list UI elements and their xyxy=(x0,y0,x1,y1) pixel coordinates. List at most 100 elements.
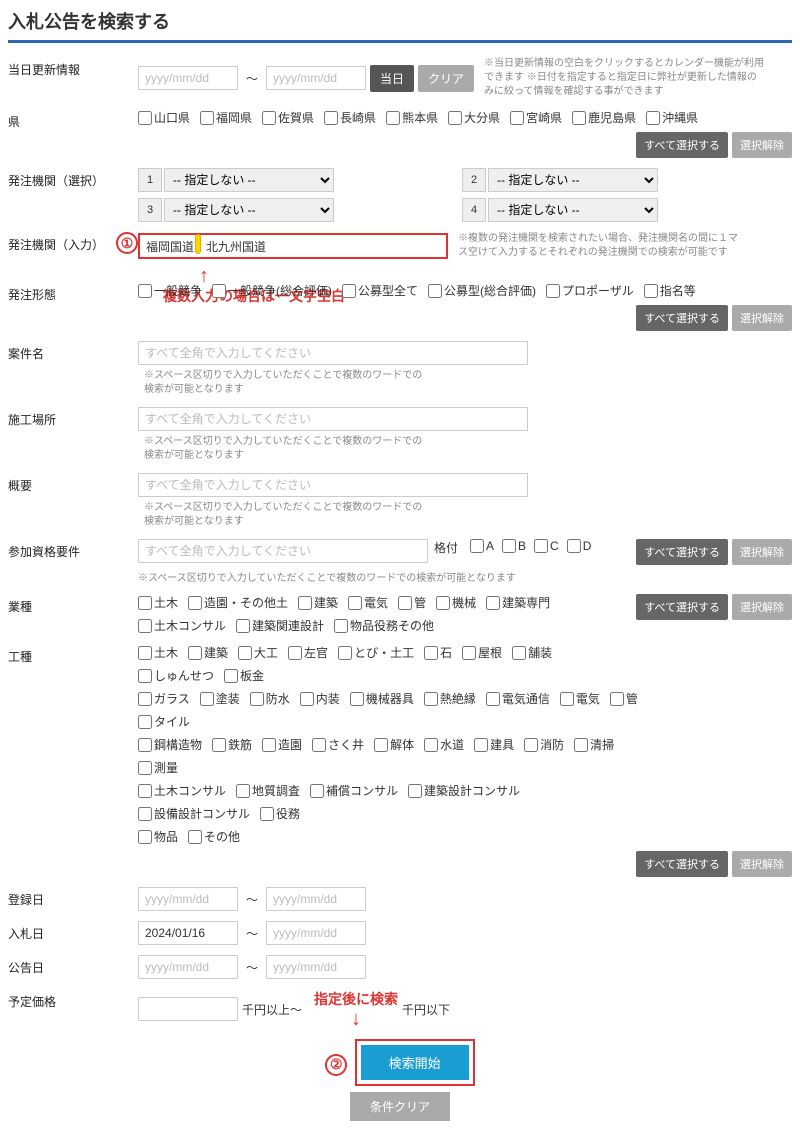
checkbox[interactable] xyxy=(502,539,516,553)
checkbox-item[interactable]: 公募型全て xyxy=(342,282,418,299)
checkbox[interactable] xyxy=(138,284,152,298)
checkbox-item[interactable]: さく井 xyxy=(312,736,364,753)
qual-select-all[interactable]: すべて選択する xyxy=(636,539,728,565)
checkbox[interactable] xyxy=(138,738,152,752)
checkbox[interactable] xyxy=(567,539,581,553)
checkbox[interactable] xyxy=(312,738,326,752)
ordertype-select-all[interactable]: すべて選択する xyxy=(636,305,728,331)
checkbox-item[interactable]: 管 xyxy=(610,690,638,707)
checkbox-item[interactable]: とび・土工 xyxy=(338,644,414,661)
checkbox-item[interactable]: 一般競争(総合評価) xyxy=(212,282,332,299)
checkbox-item[interactable]: 熱絶縁 xyxy=(424,690,476,707)
checkbox-item[interactable]: 鉄筋 xyxy=(212,736,252,753)
checkbox[interactable] xyxy=(138,807,152,821)
checkbox-item[interactable]: 管 xyxy=(398,594,426,611)
checkbox[interactable] xyxy=(250,692,264,706)
checkbox[interactable] xyxy=(534,539,548,553)
checkbox[interactable] xyxy=(610,692,624,706)
checkbox[interactable] xyxy=(138,715,152,729)
checkbox[interactable] xyxy=(188,830,202,844)
worktype-deselect[interactable]: 選択解除 xyxy=(732,851,792,877)
reg-date-from[interactable] xyxy=(138,887,238,911)
industry-select-all[interactable]: すべて選択する xyxy=(636,594,728,620)
checkbox[interactable] xyxy=(212,738,226,752)
checkbox[interactable] xyxy=(324,111,338,125)
checkbox[interactable] xyxy=(342,284,356,298)
industry-deselect[interactable]: 選択解除 xyxy=(732,594,792,620)
checkbox-item[interactable]: 建築関連設計 xyxy=(236,617,324,634)
checkbox[interactable] xyxy=(350,692,364,706)
checkbox[interactable] xyxy=(560,692,574,706)
checkbox[interactable] xyxy=(374,738,388,752)
checkbox[interactable] xyxy=(238,646,252,660)
checkbox[interactable] xyxy=(572,111,586,125)
checkbox[interactable] xyxy=(200,692,214,706)
checkbox-item[interactable]: 機械器具 xyxy=(350,690,414,707)
checkbox[interactable] xyxy=(200,111,214,125)
qualification-input[interactable] xyxy=(138,539,428,563)
checkbox[interactable] xyxy=(138,669,152,683)
notice-date-from[interactable] xyxy=(138,955,238,979)
summary-input[interactable] xyxy=(138,473,528,497)
checkbox-item[interactable]: 板金 xyxy=(224,667,264,684)
checkbox-item[interactable]: 地質調査 xyxy=(236,782,300,799)
checkbox-item[interactable]: 電気 xyxy=(348,594,388,611)
checkbox[interactable] xyxy=(424,692,438,706)
checkbox[interactable] xyxy=(262,738,276,752)
checkbox-item[interactable]: C xyxy=(534,539,559,553)
checkbox[interactable] xyxy=(260,807,274,821)
checkbox-item[interactable]: 機械 xyxy=(436,594,476,611)
checkbox[interactable] xyxy=(512,646,526,660)
ordertype-deselect[interactable]: 選択解除 xyxy=(732,305,792,331)
checkbox[interactable] xyxy=(138,596,152,610)
checkbox-item[interactable]: 土木 xyxy=(138,594,178,611)
checkbox-item[interactable]: B xyxy=(502,539,526,553)
checkbox[interactable] xyxy=(524,738,538,752)
checkbox[interactable] xyxy=(212,284,226,298)
checkbox[interactable] xyxy=(310,784,324,798)
agency-select-4[interactable]: -- 指定しない -- xyxy=(488,198,658,222)
checkbox-item[interactable]: 公募型(総合評価) xyxy=(428,282,536,299)
clear-button[interactable]: 条件クリア xyxy=(350,1092,450,1121)
checkbox-item[interactable]: 山口県 xyxy=(138,109,190,126)
checkbox-item[interactable]: 清掃 xyxy=(574,736,614,753)
checkbox-item[interactable]: 測量 xyxy=(138,759,178,776)
update-date-from[interactable] xyxy=(138,66,238,90)
notice-date-to[interactable] xyxy=(266,955,366,979)
checkbox[interactable] xyxy=(470,539,484,553)
checkbox[interactable] xyxy=(424,738,438,752)
reg-date-to[interactable] xyxy=(266,887,366,911)
checkbox-item[interactable]: D xyxy=(567,539,592,553)
checkbox-item[interactable]: 熊本県 xyxy=(386,109,438,126)
checkbox[interactable] xyxy=(462,646,476,660)
checkbox-item[interactable]: 水道 xyxy=(424,736,464,753)
checkbox-item[interactable]: 土木 xyxy=(138,644,178,661)
checkbox-item[interactable]: 塗装 xyxy=(200,690,240,707)
worktype-select-all[interactable]: すべて選択する xyxy=(636,851,728,877)
checkbox-item[interactable]: 物品 xyxy=(138,828,178,845)
agency-input-field[interactable] xyxy=(138,233,448,259)
checkbox[interactable] xyxy=(138,111,152,125)
checkbox[interactable] xyxy=(138,784,152,798)
checkbox[interactable] xyxy=(486,596,500,610)
checkbox-item[interactable]: 佐賀県 xyxy=(262,109,314,126)
checkbox[interactable] xyxy=(138,830,152,844)
checkbox-item[interactable]: プロポーザル xyxy=(546,282,634,299)
checkbox-item[interactable]: 屋根 xyxy=(462,644,502,661)
pref-select-all[interactable]: すべて選択する xyxy=(636,132,728,158)
agency-select-2[interactable]: -- 指定しない -- xyxy=(488,168,658,192)
pref-deselect[interactable]: 選択解除 xyxy=(732,132,792,158)
checkbox-item[interactable]: 解体 xyxy=(374,736,414,753)
checkbox-item[interactable]: 大分県 xyxy=(448,109,500,126)
checkbox[interactable] xyxy=(300,692,314,706)
checkbox-item[interactable]: 設備設計コンサル xyxy=(138,805,250,822)
checkbox-item[interactable]: A xyxy=(470,539,494,553)
checkbox-item[interactable]: 鋼構造物 xyxy=(138,736,202,753)
checkbox-item[interactable]: 長崎県 xyxy=(324,109,376,126)
checkbox-item[interactable]: 造園・その他土 xyxy=(188,594,288,611)
checkbox[interactable] xyxy=(188,646,202,660)
checkbox[interactable] xyxy=(138,692,152,706)
checkbox-item[interactable]: ガラス xyxy=(138,690,190,707)
checkbox[interactable] xyxy=(408,784,422,798)
checkbox-item[interactable]: しゅんせつ xyxy=(138,667,214,684)
